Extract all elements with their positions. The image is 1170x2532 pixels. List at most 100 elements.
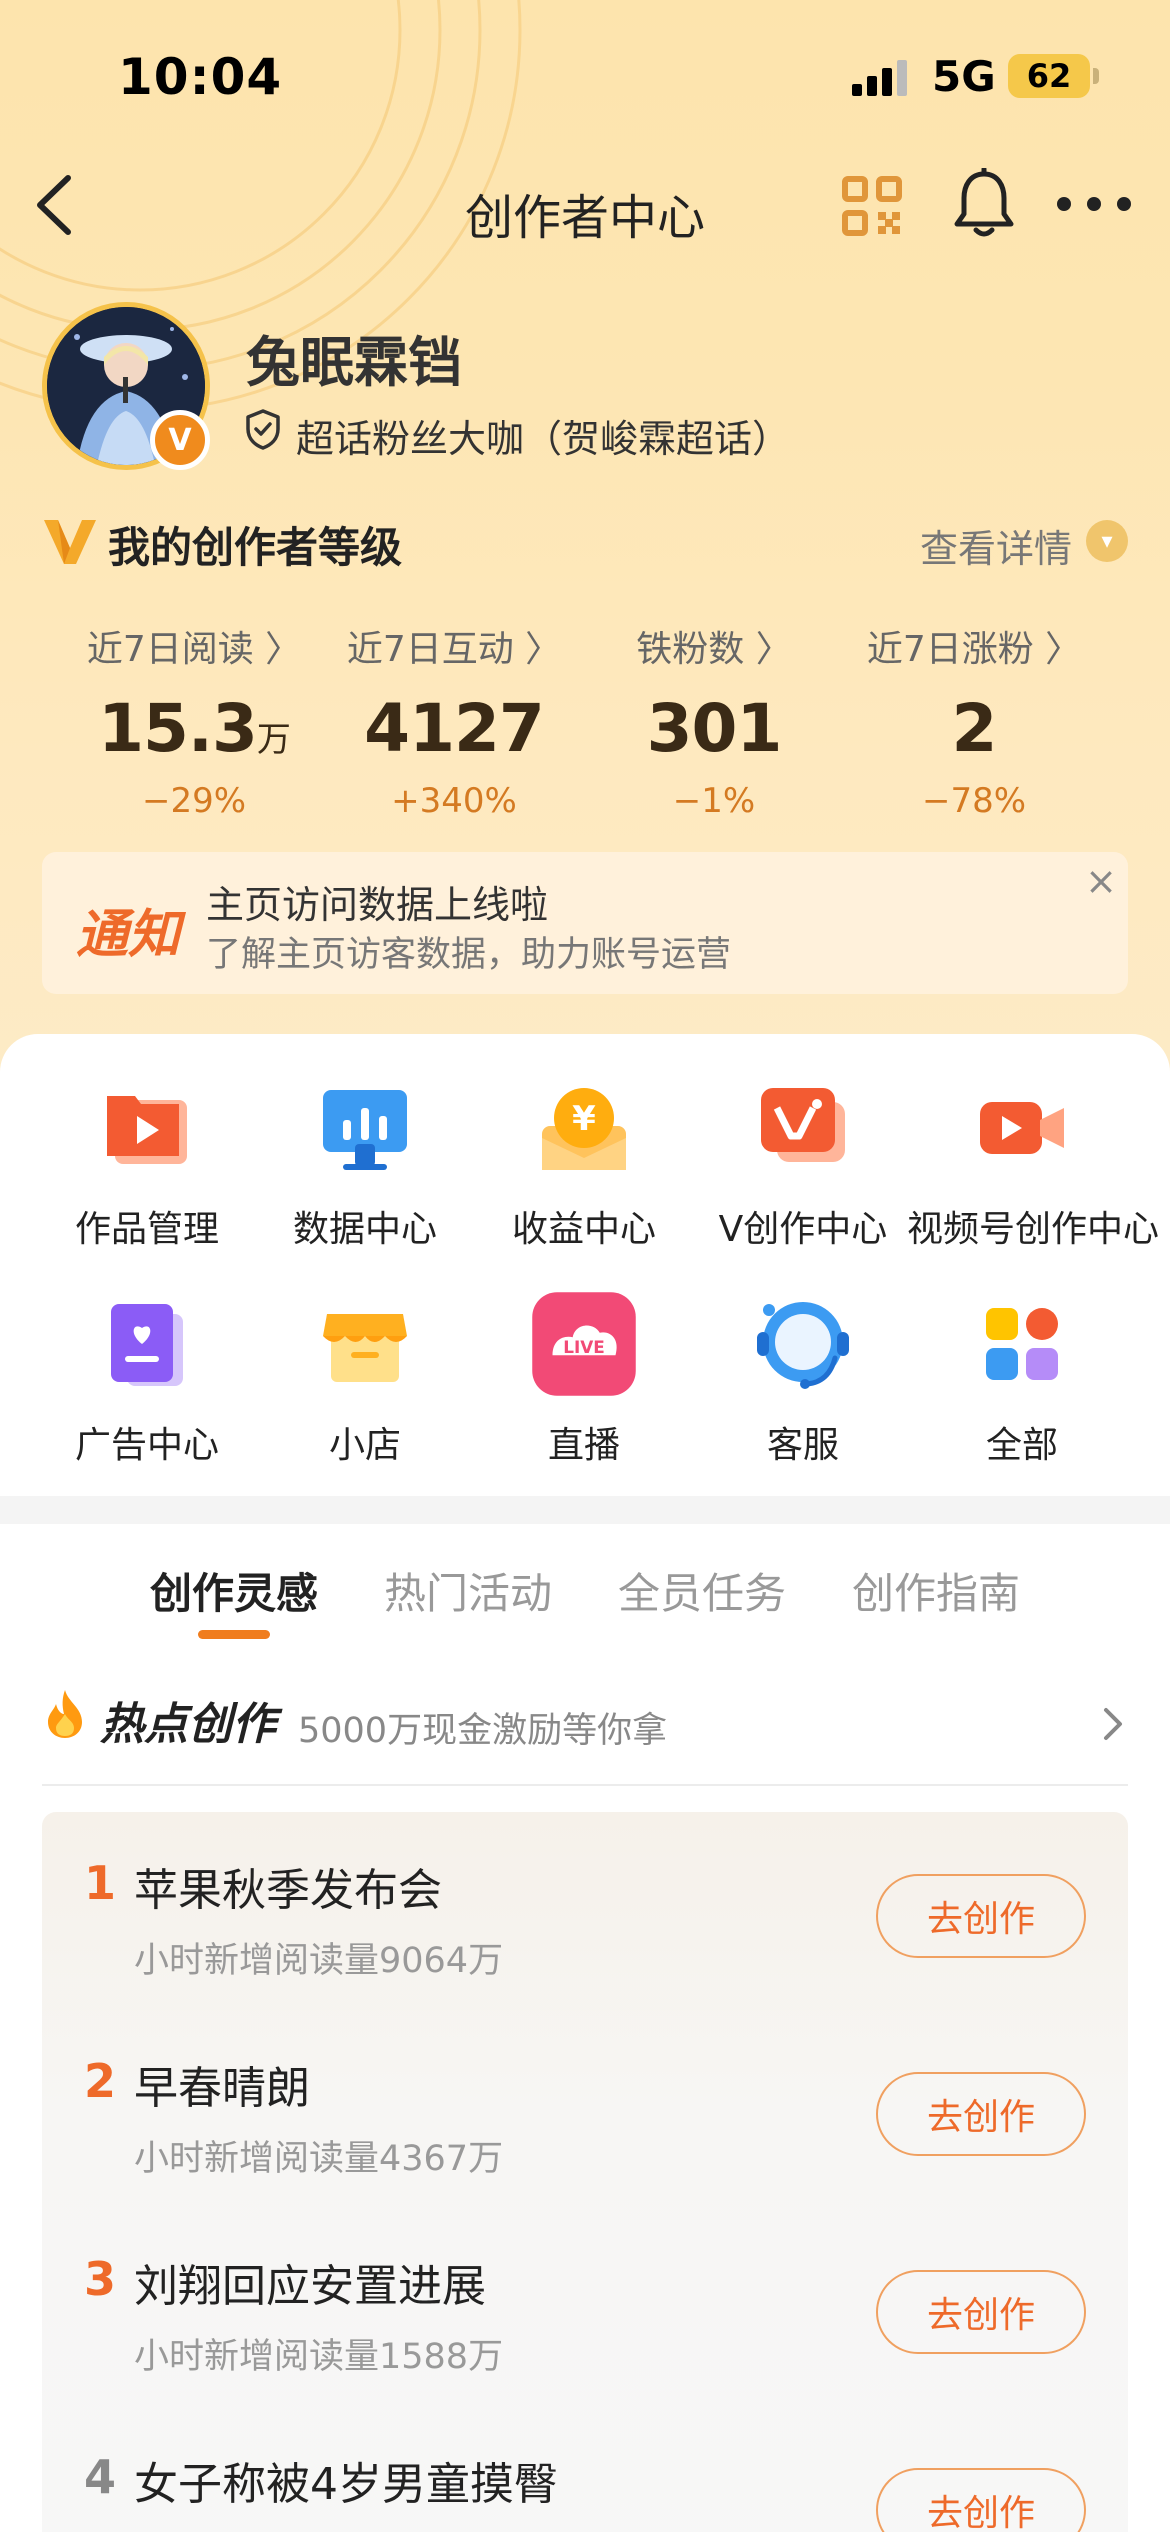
stat-label: 近7日涨粉 〉 [866,629,1082,670]
tool-label: 收益中心 [511,1209,656,1250]
tab-all-tasks[interactable]: 全员任务 [618,1560,786,1621]
hot-topic-item[interactable]: 2 早春晴朗 小时新增阅读量4367万 去创作 [42,2010,1128,2210]
fire-icon [48,1690,82,1738]
stat-value: 15.3万 [98,690,291,767]
bell-icon[interactable] [952,168,1016,240]
tool-income-center[interactable]: ¥ 收益中心 [469,1080,699,1252]
all-apps-icon [986,1308,1058,1380]
tab-creation-guide[interactable]: 创作指南 [852,1560,1020,1621]
view-detail-link[interactable]: 查看详情 [920,518,1072,573]
notice-title: 主页访问数据上线啦 [206,883,549,927]
tool-live[interactable]: LIVE 直播 [469,1292,699,1468]
battery-icon: 62 [1008,54,1090,98]
tool-all[interactable]: 全部 [907,1296,1137,1468]
tool-label: 直播 [547,1425,620,1466]
go-create-button[interactable]: 去创作 [876,1874,1086,1958]
verified-badge: V [150,410,210,470]
stat-7day-new-fans[interactable]: 近7日涨粉 〉 2 −78% [844,620,1104,821]
tool-v-creator[interactable]: V创作中心 [688,1080,918,1252]
hot-topic-name: 苹果秋季发布会 [134,1865,442,1916]
hot-topic-item[interactable]: 3 刘翔回应安置进展 小时新增阅读量1588万 去创作 [42,2208,1128,2408]
hot-rank: 3 [84,2252,117,2306]
customer-service-icon [757,1302,849,1389]
hot-creation-title: 热点创作 [100,1699,276,1750]
hot-topic-list: 1 苹果秋季发布会 小时新增阅读量9064万 去创作 2 早春晴朗 小时新增阅读… [42,1812,1128,2532]
tool-label: 视频号创作中心 [907,1209,1160,1250]
tool-customer-service[interactable]: 客服 [688,1296,918,1468]
stat-change: +340% [391,781,517,821]
tool-label: 数据中心 [292,1209,437,1250]
stat-iron-fans[interactable]: 铁粉数 〉 301 −1% [584,620,844,821]
notice-banner[interactable]: 通知 主页访问数据上线啦 了解主页访客数据，助力账号运营 × [42,852,1128,994]
tool-label: 作品管理 [74,1209,219,1250]
chevron-down-icon[interactable]: ▾ [1086,520,1128,562]
data-center-icon [323,1090,407,1170]
hot-creation-subtitle: 5000万现金激励等你拿 [298,1711,668,1751]
more-icon[interactable] [1056,196,1132,212]
stat-label: 近7日互动 〉 [346,629,562,670]
status-bar: 10:04 5G 62 [0,0,1170,150]
go-create-button[interactable]: 去创作 [876,2072,1086,2156]
stat-7day-interactions[interactable]: 近7日互动 〉 4127 +340% [324,620,584,821]
works-manage-icon [107,1096,187,1164]
hot-rank: 1 [84,1856,117,1910]
tool-label: 客服 [766,1425,839,1466]
stat-change: −1% [672,781,756,821]
income-center-icon: ¥ [542,1088,626,1170]
level-v-icon [44,520,96,564]
battery-tip [1093,68,1099,84]
notice-subtitle: 了解主页访客数据，助力账号运营 [206,935,732,975]
stat-label: 近7日阅读 〉 [86,629,302,670]
tool-label: V创作中心 [718,1209,888,1250]
hot-topic-meta: 小时新增阅读量1588万 [134,2337,504,2377]
v-creator-icon [761,1088,845,1162]
network-type: 5G [932,52,996,101]
tool-ad-center[interactable]: 广告中心 [32,1296,262,1468]
tool-label: 小店 [328,1425,401,1466]
go-create-button[interactable]: 去创作 [876,2270,1086,2354]
username[interactable]: 兔眠霖铛 [246,318,462,397]
hot-topic-item[interactable]: 1 苹果秋季发布会 小时新增阅读量9064万 去创作 [42,1812,1128,2012]
hot-topic-name: 女子称被4岁男童摸臀 [134,2459,558,2510]
tool-works-manage[interactable]: 作品管理 [32,1080,262,1252]
tab-hot-events[interactable]: 热门活动 [384,1560,552,1621]
go-create-button[interactable]: 去创作 [876,2468,1086,2532]
tool-video-creator[interactable]: 视频号创作中心 [907,1080,1160,1252]
stat-value: 4127 [364,690,545,767]
hot-topic-meta: 小时新增阅读量9064万 [134,1941,504,1981]
shop-icon [323,1314,407,1382]
stat-change: −78% [921,781,1027,821]
hot-rank: 4 [84,2450,117,2504]
tab-creative-inspiration[interactable]: 创作灵感 [150,1560,318,1621]
status-time: 10:04 [118,48,283,106]
hot-rank: 2 [84,2054,117,2108]
hot-topic-name: 刘翔回应安置进展 [134,2261,486,2312]
hot-topic-name: 早春晴朗 [134,2063,310,2114]
stat-change: −29% [141,781,247,821]
svg-text:LIVE: LIVE [563,1337,605,1357]
svg-text:¥: ¥ [572,1099,596,1139]
chevron-right-icon[interactable] [1098,1704,1128,1744]
battery-level: 62 [1026,57,1072,95]
hot-topic-item[interactable]: 4 女子称被4岁男童摸臀 去创作 [42,2406,1128,2532]
hot-topic-meta: 小时新增阅读量4367万 [134,2139,504,2179]
level-title: 我的创作者等级 [108,523,403,572]
qr-code-icon[interactable] [842,176,902,236]
signal-icon [852,60,907,96]
tab-active-indicator [198,1630,270,1639]
divider [42,1784,1128,1786]
ad-center-icon [111,1304,183,1386]
stat-label: 铁粉数 〉 [636,629,792,670]
tool-label: 全部 [985,1425,1058,1466]
close-icon[interactable]: × [1078,858,1124,904]
stat-7day-reads[interactable]: 近7日阅读 〉 15.3万 −29% [64,620,324,821]
notice-tag: 通知 [76,905,181,965]
fan-title[interactable]: 超话粉丝大咖（贺峻霖超话） [296,408,790,463]
stat-value: 2 [951,690,998,767]
tool-label: 广告中心 [74,1425,219,1466]
tool-data-center[interactable]: 数据中心 [250,1080,480,1252]
shield-icon [246,409,280,450]
stat-value: 301 [646,690,783,767]
tool-shop[interactable]: 小店 [250,1296,480,1468]
video-creator-icon [980,1102,1064,1154]
